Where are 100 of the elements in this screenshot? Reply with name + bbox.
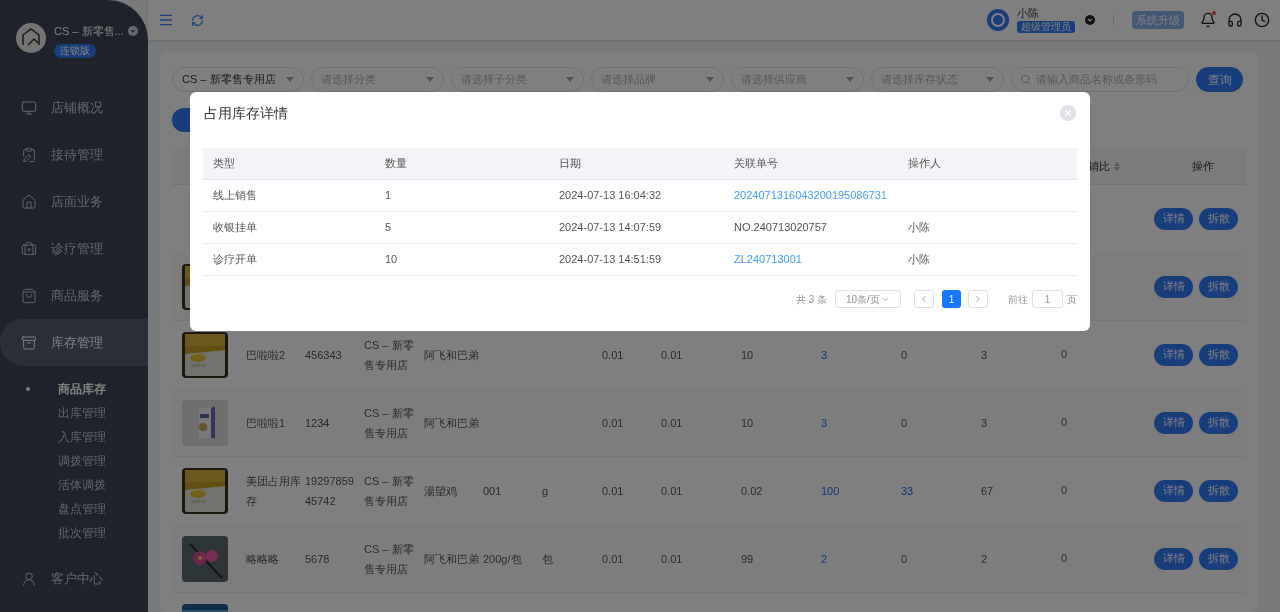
submenu-item[interactable]: 出库管理 bbox=[0, 401, 148, 425]
sort-icon[interactable] bbox=[1114, 161, 1120, 171]
dialog-title: 占用库存详情 bbox=[203, 103, 288, 123]
store-name: CS – 新零售... bbox=[54, 24, 124, 39]
clock-icon[interactable] bbox=[1254, 12, 1270, 28]
table-cell: 诊疗开单 bbox=[213, 253, 257, 266]
table-cell-text: 0 bbox=[1061, 415, 1068, 431]
table-cell: 3 bbox=[981, 416, 988, 429]
table-cell: 阿飞和巴弟 bbox=[424, 348, 479, 361]
stock-link[interactable]: 100 bbox=[821, 484, 840, 497]
table-cell: 1929785945742 bbox=[305, 474, 354, 507]
nav-item[interactable]: 接待管理 bbox=[0, 131, 148, 178]
menu-icon[interactable] bbox=[158, 12, 174, 28]
submenu-item[interactable]: 商品库存 bbox=[0, 377, 148, 401]
nav-item[interactable]: 店铺概况 bbox=[0, 84, 148, 131]
table-cell: 2024-07-13 14:07:59 bbox=[559, 221, 662, 234]
table-cell: 阿飞和巴弟 bbox=[424, 416, 479, 429]
table-cell: CS – 新零售专用店 bbox=[364, 542, 414, 575]
column-header: 操作人 bbox=[907, 156, 942, 172]
table-cell: 阿飞和巴弟 bbox=[424, 552, 479, 565]
table-cell: 2024-07-13 14:51:59 bbox=[559, 253, 662, 266]
table-cell: 湯望鸡 bbox=[424, 484, 457, 497]
table-cell: 456343 bbox=[305, 348, 342, 361]
page-button[interactable]: 1 bbox=[942, 290, 961, 308]
notification-icon[interactable] bbox=[1200, 12, 1216, 28]
nav-item[interactable]: 诊疗管理 bbox=[0, 225, 148, 272]
refresh-icon[interactable] bbox=[191, 13, 204, 27]
query-button[interactable]: 查询 bbox=[1196, 67, 1243, 92]
table-cell: 0.01 bbox=[661, 484, 683, 497]
stock-link[interactable]: 2 bbox=[821, 552, 828, 565]
table-cell: 5 bbox=[385, 221, 392, 234]
stock-link[interactable]: 3 bbox=[821, 348, 828, 361]
details-button[interactable]: 详情 bbox=[1154, 343, 1193, 366]
table-cell: 1 bbox=[385, 189, 392, 202]
table-cell: 2024-07-13 16:04:32 bbox=[559, 189, 662, 202]
submenu-item[interactable]: 入库管理 bbox=[0, 425, 148, 449]
table-cell: 小陈 bbox=[908, 253, 930, 266]
caret-icon bbox=[986, 77, 994, 82]
split-button[interactable]: 拆散 bbox=[1199, 411, 1238, 434]
order-link[interactable]: ZL240713001 bbox=[734, 253, 802, 266]
chevron-right-icon bbox=[973, 294, 983, 304]
submenu-item[interactable]: 调拨管理 bbox=[0, 449, 148, 473]
table-cell: 0 bbox=[901, 348, 908, 361]
table-cell-text: 0 bbox=[1061, 483, 1068, 499]
column-header: 日期 bbox=[558, 156, 582, 172]
goto-suffix: 页 bbox=[1067, 292, 1077, 307]
nav-item[interactable]: 商品服务 bbox=[0, 272, 148, 319]
goto-page-field[interactable]: 1 bbox=[1032, 290, 1063, 308]
chevron-left-icon bbox=[919, 294, 929, 304]
table-cell: 10 bbox=[741, 348, 754, 361]
details-button[interactable]: 详情 bbox=[1154, 479, 1193, 502]
headset-icon[interactable] bbox=[1227, 12, 1243, 28]
table-cell: CS – 新零售专用店 bbox=[364, 474, 414, 507]
column-header: 数量 bbox=[384, 156, 408, 172]
table-cell: 美团占用库存 bbox=[246, 474, 301, 507]
split-button[interactable]: 拆散 bbox=[1199, 207, 1238, 230]
bag-icon bbox=[21, 287, 37, 304]
split-button[interactable]: 拆散 bbox=[1199, 547, 1238, 570]
page-size-select[interactable]: 10条/页 bbox=[835, 290, 901, 308]
medical-kit-icon bbox=[21, 240, 37, 257]
split-button[interactable]: 拆散 bbox=[1199, 479, 1238, 502]
table-cell: 收银挂单 bbox=[213, 221, 257, 234]
stock-link[interactable]: 3 bbox=[821, 416, 828, 429]
logo-icon bbox=[16, 23, 46, 53]
table-cell: 001 bbox=[483, 484, 502, 497]
details-button[interactable]: 详情 bbox=[1154, 207, 1193, 230]
dropdown-icon[interactable] bbox=[1085, 15, 1095, 25]
details-button[interactable]: 详情 bbox=[1154, 275, 1193, 298]
table-cell: CS – 新零售专用店 bbox=[364, 406, 414, 439]
table-cell: 99 bbox=[741, 552, 754, 565]
submenu-item[interactable]: 盘点管理 bbox=[0, 497, 148, 521]
archive-icon bbox=[21, 334, 37, 351]
caret-icon bbox=[846, 77, 854, 82]
nav-item[interactable]: 库存管理 bbox=[0, 319, 148, 366]
table-cell: NO.240713020757 bbox=[734, 221, 827, 234]
table-cell: g bbox=[542, 484, 549, 497]
details-button[interactable]: 详情 bbox=[1154, 411, 1193, 434]
total-count: 共 3 条 bbox=[795, 292, 827, 307]
nav-item[interactable]: 店面业务 bbox=[0, 178, 148, 225]
nav-item[interactable]: 客户中心 bbox=[0, 555, 148, 602]
table-cell: 3 bbox=[981, 348, 988, 361]
table-cell: CS – 新零售专用店 bbox=[364, 338, 414, 371]
table-cell: 线上销售 bbox=[213, 189, 257, 202]
submenu-item[interactable]: 批次管理 bbox=[0, 521, 148, 545]
details-button[interactable]: 详情 bbox=[1154, 547, 1193, 570]
split-button[interactable]: 拆散 bbox=[1199, 275, 1238, 298]
caret-icon bbox=[426, 77, 434, 82]
submenu-item[interactable]: 活体调拨 bbox=[0, 473, 148, 497]
table-cell: 10 bbox=[385, 253, 398, 266]
table-cell: 10 bbox=[741, 416, 754, 429]
avatar-icon[interactable] bbox=[987, 9, 1009, 31]
table-cell: 0.01 bbox=[602, 416, 624, 429]
stock-link[interactable]: 33 bbox=[901, 484, 914, 497]
order-link[interactable]: 2024071316043200195086731 bbox=[734, 189, 887, 202]
table-cell: 0.01 bbox=[602, 348, 624, 361]
table-cell: 2 bbox=[981, 552, 988, 565]
table-cell: 包 bbox=[542, 552, 553, 565]
table-cell: 0 bbox=[901, 552, 908, 565]
split-button[interactable]: 拆散 bbox=[1199, 343, 1238, 366]
chevron-icon[interactable] bbox=[127, 26, 138, 37]
